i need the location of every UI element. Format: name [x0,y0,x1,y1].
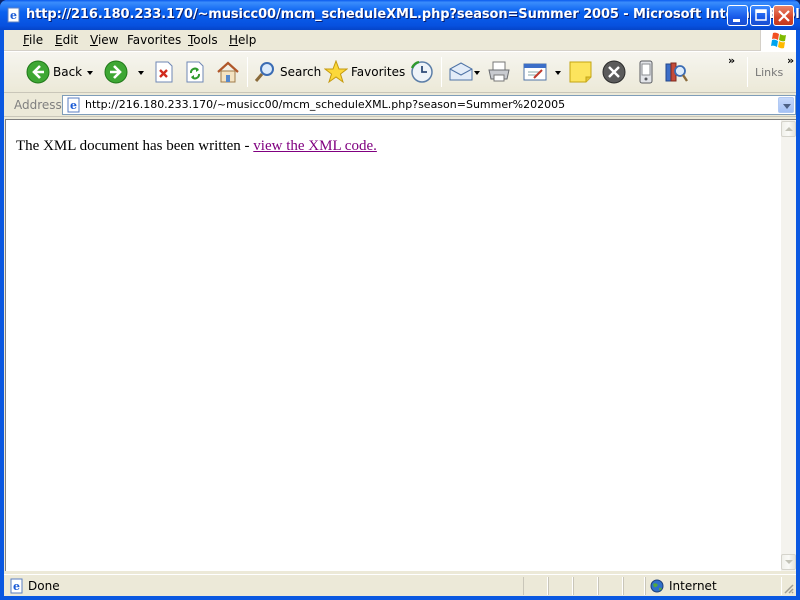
toolbar-separator [441,57,442,87]
status-pane [598,577,623,595]
window-title: http://216.180.233.170/~musicc00/mcm_sch… [26,7,800,22]
title-bar[interactable]: e http://216.180.233.170/~musicc00/mcm_s… [0,0,800,30]
status-message: The XML document has been written - view… [16,138,377,155]
printer-icon [488,61,510,82]
minimize-button[interactable] [727,5,748,26]
view-xml-link[interactable]: view the XML code. [253,138,377,154]
page-content: The XML document has been written - view… [5,119,781,571]
device-button[interactable] [635,52,657,92]
mail-button[interactable] [448,52,474,92]
address-bar: Address e http://216.180.233.170/~musicc… [4,93,796,117]
search-icon [254,62,274,82]
forward-dropdown-arrow[interactable] [138,71,144,75]
address-dropdown-button[interactable] [778,97,794,113]
maximize-button[interactable] [750,5,771,26]
research-books-icon [665,62,688,82]
toolbar-separator [747,57,748,87]
links-toolbar[interactable]: Links [755,66,783,79]
status-pane [623,577,645,595]
ie-page-icon: e [7,7,20,23]
mail-dropdown-arrow[interactable] [474,71,480,75]
close-icon [778,10,790,22]
home-icon [217,61,239,83]
ie-page-icon: e [67,97,80,113]
menu-help[interactable]: Help [229,33,256,47]
edit-button[interactable] [522,52,548,92]
globe-icon [650,579,664,593]
edit-page-icon [523,63,547,81]
favorites-star-icon [324,60,348,84]
search-button[interactable]: Search [253,52,321,92]
standard-toolbar: Back Search Favorites » Links » [4,51,796,93]
browser-window: e http://216.180.233.170/~musicc00/mcm_s… [0,0,800,600]
menu-edit[interactable]: Edit [55,33,78,47]
edit-dropdown-arrow[interactable] [555,71,561,75]
svg-text:e: e [13,580,20,593]
status-pane [573,577,598,595]
refresh-button[interactable] [184,52,206,92]
menu-bar: File Edit View Favorites Tools Help [4,30,796,51]
discuss-button[interactable] [568,52,594,92]
back-dropdown-arrow[interactable] [87,71,93,75]
security-zone: Internet [669,579,717,593]
close-button[interactable] [773,5,794,26]
print-button[interactable] [486,52,512,92]
sticky-note-icon [569,61,592,83]
stop-button[interactable] [153,52,175,92]
circle-x-icon [602,60,626,84]
resize-grip-icon[interactable] [782,582,794,594]
message-text: The XML document has been written - [16,138,254,154]
history-clock-icon [410,60,433,83]
ie-page-icon: e [10,578,23,594]
forward-arrow-icon [104,60,128,84]
messenger-button[interactable] [601,52,627,92]
toolbar-separator [247,57,248,87]
status-pane [548,577,573,595]
scroll-up-button[interactable] [781,121,796,137]
back-button[interactable]: Back [26,52,82,92]
back-arrow-icon [26,60,50,84]
windows-flag-icon [771,32,786,49]
svg-text:e: e [70,99,77,112]
menu-view[interactable]: View [90,33,118,47]
windows-logo [760,30,796,51]
address-label: Address [14,98,62,112]
minimize-icon [733,19,740,22]
links-chevron-icon[interactable]: » [787,54,794,67]
stop-icon [155,61,173,83]
mobile-device-icon [639,60,653,84]
svg-text:e: e [10,9,17,22]
status-text: Done [28,579,60,593]
menu-tools[interactable]: Tools [188,33,218,47]
history-button[interactable] [409,52,435,92]
toolbar-chevron-icon[interactable]: » [728,54,735,67]
address-input[interactable]: e http://216.180.233.170/~musicc00/mcm_s… [62,95,796,115]
favorites-button[interactable]: Favorites [324,52,405,92]
research-button[interactable] [663,52,689,92]
vertical-scrollbar[interactable] [781,119,796,571]
mail-icon [449,62,473,81]
maximize-icon [755,9,767,21]
scroll-down-button[interactable] [781,554,796,570]
home-button[interactable] [215,52,241,92]
status-bar: e Done Internet [4,574,796,596]
menu-file[interactable]: File [23,33,43,47]
forward-button[interactable] [104,52,128,92]
refresh-icon [186,61,204,83]
menu-favorites[interactable]: Favorites [127,33,181,47]
status-pane [523,577,548,595]
address-url: http://216.180.233.170/~musicc00/mcm_sch… [85,98,566,111]
